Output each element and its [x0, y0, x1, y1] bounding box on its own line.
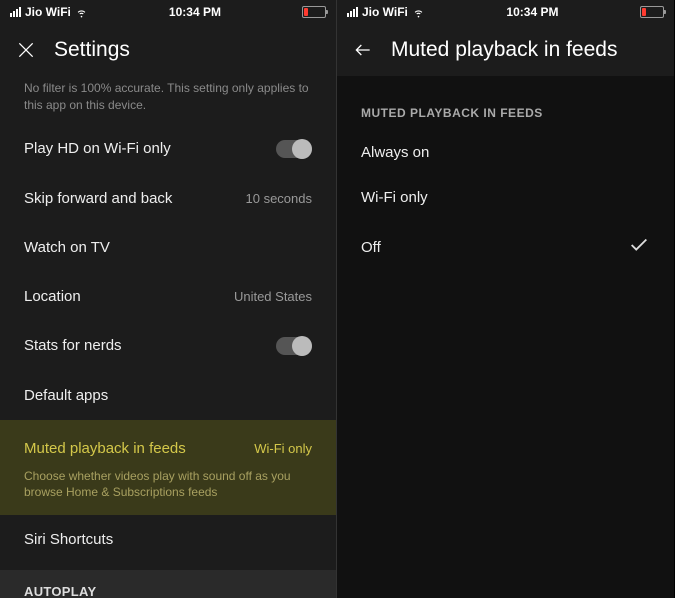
clock: 10:34 PM — [169, 5, 221, 19]
status-bar: Jio WiFi 10:34 PM — [0, 0, 336, 24]
screen-header: Muted playback in feeds — [337, 24, 674, 76]
carrier-label: Jio WiFi — [362, 5, 408, 19]
row-label: Default apps — [24, 387, 108, 404]
row-label: Play HD on Wi-Fi only — [24, 140, 171, 157]
page-title: Settings — [54, 38, 130, 62]
row-stats-for-nerds[interactable]: Stats for nerds — [0, 321, 336, 371]
restricted-mode-hint: No filter is 100% accurate. This setting… — [0, 76, 336, 124]
settings-screen: Jio WiFi 10:34 PM Settings No filter is … — [0, 0, 337, 598]
option-label: Wi-Fi only — [361, 189, 428, 206]
option-wifi-only[interactable]: Wi-Fi only — [337, 175, 674, 220]
row-label: Stats for nerds — [24, 337, 122, 354]
section-header: MUTED PLAYBACK IN FEEDS — [337, 76, 674, 130]
row-value: Wi-Fi only — [254, 441, 312, 456]
row-value: 10 seconds — [246, 191, 313, 206]
row-muted-playback[interactable]: Muted playback in feeds Wi-Fi only Choos… — [0, 420, 336, 516]
carrier-label: Jio WiFi — [25, 5, 71, 19]
battery-icon — [302, 6, 326, 18]
checkmark-icon — [628, 234, 650, 260]
row-label: Watch on TV — [24, 239, 110, 256]
signal-icon — [347, 7, 358, 17]
toggle-switch[interactable] — [276, 337, 312, 355]
option-label: Always on — [361, 144, 429, 161]
settings-list[interactable]: No filter is 100% accurate. This setting… — [0, 76, 336, 598]
row-label: Muted playback in feeds — [24, 440, 186, 457]
row-location[interactable]: Location United States — [0, 272, 336, 321]
row-label: Location — [24, 288, 81, 305]
row-play-hd[interactable]: Play HD on Wi-Fi only — [0, 124, 336, 174]
status-bar: Jio WiFi 10:34 PM — [337, 0, 674, 24]
option-label: Off — [361, 239, 381, 256]
row-description: Choose whether videos play with sound of… — [0, 468, 336, 516]
row-value: United States — [234, 289, 312, 304]
section-header-autoplay: AUTOPLAY — [0, 570, 336, 598]
clock: 10:34 PM — [506, 5, 558, 19]
option-off[interactable]: Off — [337, 220, 674, 274]
row-watch-on-tv[interactable]: Watch on TV — [0, 223, 336, 272]
row-label: Siri Shortcuts — [24, 531, 113, 548]
page-title: Muted playback in feeds — [391, 38, 617, 62]
row-label: Skip forward and back — [24, 190, 172, 207]
signal-icon — [10, 7, 21, 17]
close-icon[interactable] — [16, 40, 36, 60]
back-icon[interactable] — [353, 40, 373, 60]
wifi-icon — [75, 6, 88, 19]
options-list: MUTED PLAYBACK IN FEEDS Always on Wi-Fi … — [337, 76, 674, 598]
screen-header: Settings — [0, 24, 336, 76]
row-siri-shortcuts[interactable]: Siri Shortcuts — [0, 515, 336, 564]
wifi-icon — [412, 6, 425, 19]
option-always-on[interactable]: Always on — [337, 130, 674, 175]
toggle-switch[interactable] — [276, 140, 312, 158]
battery-icon — [640, 6, 664, 18]
muted-playback-screen: Jio WiFi 10:34 PM Muted playback in feed… — [337, 0, 674, 598]
row-skip-forward-back[interactable]: Skip forward and back 10 seconds — [0, 174, 336, 223]
row-default-apps[interactable]: Default apps — [0, 371, 336, 420]
